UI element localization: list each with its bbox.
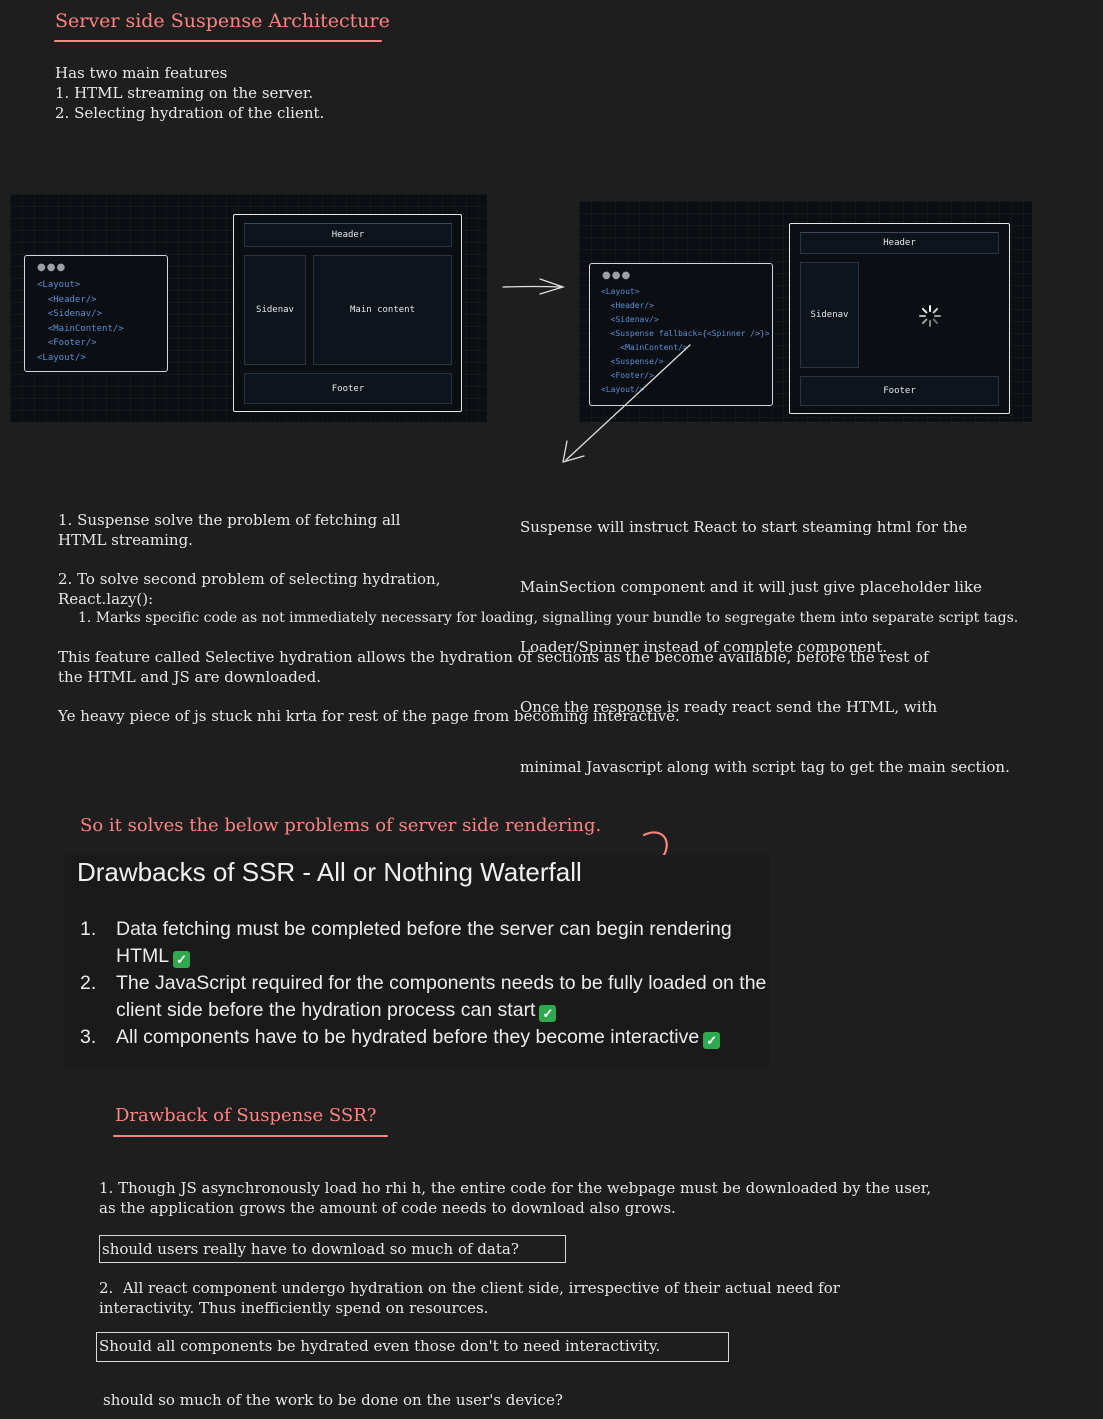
- right-arrow-icon: [502, 285, 563, 288]
- question-3: should so much of the work to be done on…: [103, 1391, 563, 1409]
- drawback-p2-line2: interactivity. Thus inefficiently spend …: [99, 1299, 489, 1317]
- list-number: 2.: [80, 972, 97, 994]
- note-line: Suspense will instruct React to start st…: [520, 518, 968, 536]
- list-text: All components have to be hydrated befor…: [116, 1026, 700, 1048]
- question-box-1: should users really have to download so …: [99, 1235, 566, 1263]
- list-text: The JavaScript required for the componen…: [116, 972, 767, 994]
- diagram-arrows: [502, 278, 691, 463]
- question-box-2: Should all components be hydrated even t…: [96, 1332, 729, 1362]
- drawback-p1-line2: as the application grows the amount of c…: [99, 1199, 676, 1217]
- note-selective-2: the HTML and JS are downloaded.: [58, 668, 322, 686]
- note-line: minimal Javascript along with script tag…: [520, 758, 1010, 776]
- list-number: 1.: [80, 918, 97, 940]
- list-number: 3.: [80, 1026, 97, 1048]
- note-react-lazy: React.lazy():: [58, 590, 154, 608]
- note-line: MainSection component and it will just g…: [520, 578, 982, 596]
- note-selective-1: This feature called Selective hydration …: [58, 648, 929, 666]
- solves-heading: So it solves the below problems of serve…: [80, 815, 602, 836]
- list-text: HTML: [116, 945, 170, 967]
- list-text: Data fetching must be completed before t…: [116, 918, 732, 940]
- note-lazy-detail: 1. Marks specific code as not immediatel…: [78, 610, 1019, 626]
- note-hydration-2: 2. To solve second problem of selecting …: [58, 570, 441, 588]
- ssr-drawbacks-list: 1. Data fetching must be completed befor…: [80, 916, 770, 1051]
- note-heavy-js: Ye heavy piece of js stuck nhi krta for …: [58, 707, 680, 725]
- ssr-card-title: Drawbacks of SSR - All or Nothing Waterf…: [77, 857, 582, 887]
- note-suspense-1: 1. Suspense solve the problem of fetchin…: [58, 511, 401, 529]
- list-item: 2. The JavaScript required for the compo…: [80, 970, 770, 1024]
- suspense-note: Suspense will instruct React to start st…: [520, 477, 1010, 797]
- drawback-underline: [113, 1135, 388, 1137]
- list-item: 3. All components have to be hydrated be…: [80, 1024, 770, 1051]
- drawback-p1-line1: 1. Though JS asynchronously load ho rhi …: [99, 1179, 932, 1197]
- drawback-title: Drawback of Suspense SSR?: [115, 1105, 377, 1126]
- check-icon: ✓: [703, 1032, 721, 1049]
- list-item: 1. Data fetching must be completed befor…: [80, 916, 770, 970]
- list-text: client side before the hydration process…: [116, 999, 536, 1021]
- drawback-p2-line1: 2. All react component undergo hydration…: [99, 1279, 840, 1297]
- note-suspense-1b: HTML streaming.: [58, 531, 193, 549]
- check-icon: ✓: [539, 1005, 557, 1022]
- check-icon: ✓: [173, 951, 191, 968]
- pointer-arrow-icon: [565, 344, 691, 461]
